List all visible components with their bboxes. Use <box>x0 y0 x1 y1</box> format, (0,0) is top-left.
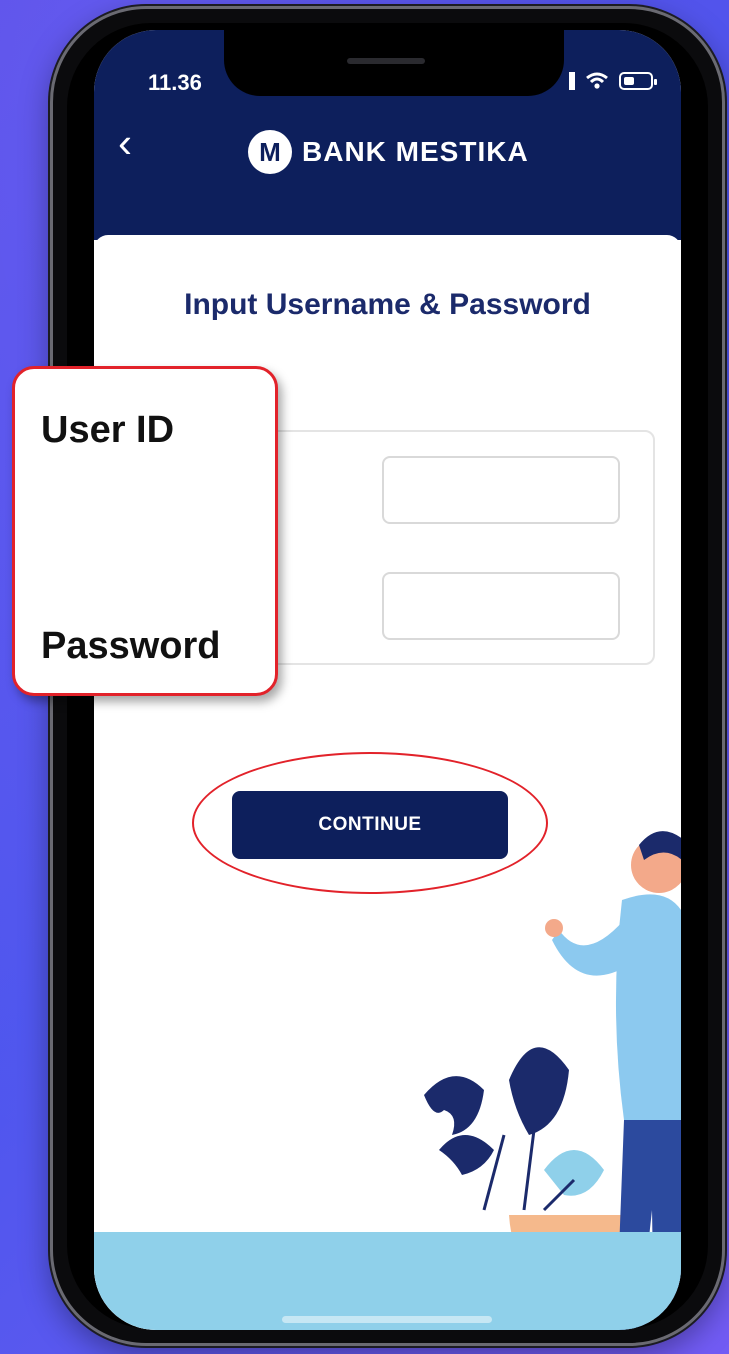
status-icons <box>569 72 657 90</box>
speaker <box>347 58 425 64</box>
user-id-input[interactable] <box>382 456 620 524</box>
status-time: 11.36 <box>148 70 202 95</box>
wifi-icon <box>586 72 608 89</box>
brand-name: BANK MESTIKA <box>302 136 529 167</box>
brand: M BANK MESTIKA <box>248 130 529 174</box>
page-title: Input Username & Password <box>184 288 591 321</box>
brand-logo-icon: M <box>248 130 292 174</box>
back-chevron-icon[interactable]: ‹ <box>118 122 132 164</box>
password-input[interactable] <box>382 572 620 640</box>
field-labels-callout: User ID Password <box>12 366 278 696</box>
user-id-label: User ID <box>41 409 175 451</box>
continue-highlight-ellipse <box>192 752 548 894</box>
home-indicator <box>282 1316 492 1323</box>
password-label: Password <box>41 625 221 667</box>
signal-icon <box>569 72 575 90</box>
battery-icon <box>619 72 657 90</box>
